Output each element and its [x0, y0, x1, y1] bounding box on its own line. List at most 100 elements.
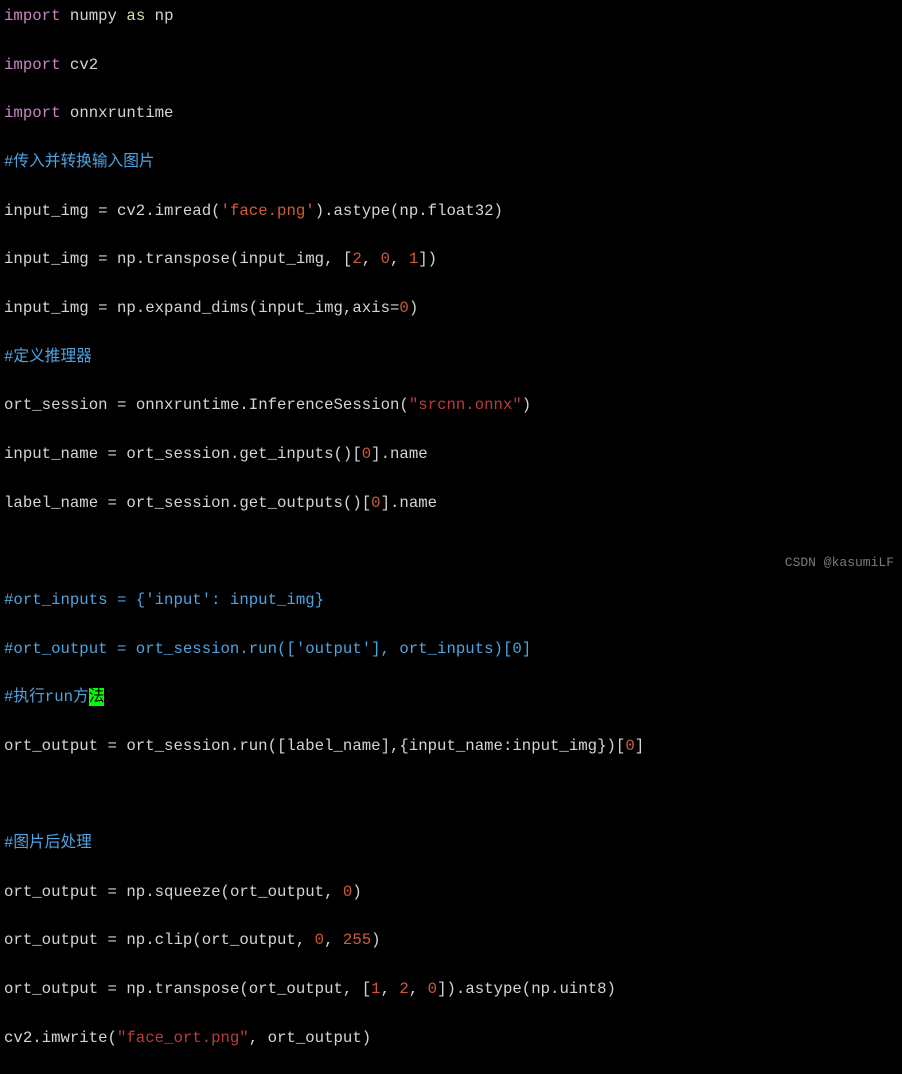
code-line: #执行run方法	[4, 685, 898, 709]
code-line: #ort_inputs = {'input': input_img}	[4, 588, 898, 612]
var: input_name	[4, 445, 98, 463]
op: =	[89, 250, 117, 268]
bracket: ]	[635, 737, 644, 755]
op: =	[108, 396, 136, 414]
op: =	[98, 931, 126, 949]
var: input_img	[4, 250, 89, 268]
bracket: )	[352, 883, 361, 901]
code-line: #传入并转换输入图片	[4, 150, 898, 174]
mod-onnxruntime: onnxruntime	[70, 104, 174, 122]
call: np.expand_dims(input_img,axis=	[117, 299, 399, 317]
call: ]).astype(np.uint8)	[437, 980, 616, 998]
call: cv2.imread(	[117, 202, 221, 220]
num: 1	[409, 250, 418, 268]
call: np.clip(ort_output,	[126, 931, 314, 949]
var: ort_output	[4, 980, 98, 998]
bracket: )	[409, 299, 418, 317]
code-block: import numpy as np import cv2 import onn…	[4, 4, 898, 1074]
num: 2	[399, 980, 408, 998]
op: =	[98, 445, 126, 463]
num: 0	[343, 883, 352, 901]
comment: #执行run方	[4, 688, 89, 706]
comment: #定义推理器	[4, 348, 92, 366]
code-line: ort_output = np.clip(ort_output, 0, 255)	[4, 928, 898, 952]
var: label_name	[4, 494, 98, 512]
op: ,	[362, 250, 381, 268]
op: =	[98, 494, 126, 512]
string: 'face.png'	[221, 202, 315, 220]
bracket: )	[522, 396, 531, 414]
num: 0	[315, 931, 324, 949]
call: ].name	[381, 494, 437, 512]
kw-import: import	[4, 7, 60, 25]
alias-np: np	[155, 7, 174, 25]
op: =	[98, 980, 126, 998]
blank-line	[4, 539, 898, 563]
mod-numpy: numpy	[70, 7, 117, 25]
code-line: input_img = np.expand_dims(input_img,axi…	[4, 296, 898, 320]
op: =	[89, 202, 117, 220]
blank-line	[4, 783, 898, 807]
mod-cv2: cv2	[70, 56, 98, 74]
num: 0	[428, 980, 437, 998]
code-line: label_name = ort_session.get_outputs()[0…	[4, 491, 898, 515]
call: np.transpose(ort_output, [	[126, 980, 371, 998]
code-line: import onnxruntime	[4, 101, 898, 125]
op: =	[98, 883, 126, 901]
op: ,	[324, 931, 343, 949]
num: 0	[625, 737, 634, 755]
cursor-highlight: 法	[89, 688, 105, 706]
call: ort_session.get_outputs()[	[126, 494, 371, 512]
call: np.transpose(input_img, [	[117, 250, 352, 268]
code-line: cv2.imwrite("face_ort.png", ort_output)	[4, 1026, 898, 1050]
var: ort_output	[4, 883, 98, 901]
kw-as: as	[126, 7, 145, 25]
comment: #ort_inputs = {'input': input_img}	[4, 591, 324, 609]
string: "srcnn.onnx"	[409, 396, 522, 414]
num: 1	[371, 980, 380, 998]
num: 0	[399, 299, 408, 317]
num: 0	[381, 250, 390, 268]
op: =	[89, 299, 117, 317]
code-line: input_img = np.transpose(input_img, [2, …	[4, 247, 898, 271]
comment: #传入并转换输入图片	[4, 153, 155, 171]
call: ort_session.get_inputs()[	[126, 445, 361, 463]
call: cv2.imwrite(	[4, 1029, 117, 1047]
code-line: ort_output = np.transpose(ort_output, [1…	[4, 977, 898, 1001]
code-line: ort_session = onnxruntime.InferenceSessi…	[4, 393, 898, 417]
comment: #ort_output = ort_session.run(['output']…	[4, 640, 531, 658]
call: np.squeeze(ort_output,	[126, 883, 343, 901]
num: 0	[371, 494, 380, 512]
call: , ort_output)	[249, 1029, 371, 1047]
bracket: ])	[418, 250, 437, 268]
call: ).astype(np.float32)	[315, 202, 503, 220]
kw-import: import	[4, 104, 60, 122]
num: 0	[362, 445, 371, 463]
code-line: ort_output = ort_session.run([label_name…	[4, 734, 898, 758]
op: ,	[381, 980, 400, 998]
bracket: )	[371, 931, 380, 949]
code-line: import numpy as np	[4, 4, 898, 28]
code-line: #ort_output = ort_session.run(['output']…	[4, 637, 898, 661]
string: "face_ort.png"	[117, 1029, 249, 1047]
var: input_img	[4, 202, 89, 220]
watermark: CSDN @kasumiLF	[785, 553, 894, 573]
var: input_img	[4, 299, 89, 317]
code-line: ort_output = np.squeeze(ort_output, 0)	[4, 880, 898, 904]
code-line: input_name = ort_session.get_inputs()[0]…	[4, 442, 898, 466]
var: ort_output	[4, 931, 98, 949]
comment: #图片后处理	[4, 834, 92, 852]
kw-import: import	[4, 56, 60, 74]
num: 255	[343, 931, 371, 949]
op: ,	[390, 250, 409, 268]
call: ort_session.run([label_name],{input_name…	[126, 737, 625, 755]
op: ,	[409, 980, 428, 998]
op: =	[98, 737, 126, 755]
call: ].name	[371, 445, 427, 463]
code-line: #定义推理器	[4, 345, 898, 369]
code-line: input_img = cv2.imread('face.png').astyp…	[4, 199, 898, 223]
code-line: import cv2	[4, 53, 898, 77]
num: 2	[352, 250, 361, 268]
call: onnxruntime.InferenceSession(	[136, 396, 409, 414]
var: ort_output	[4, 737, 98, 755]
